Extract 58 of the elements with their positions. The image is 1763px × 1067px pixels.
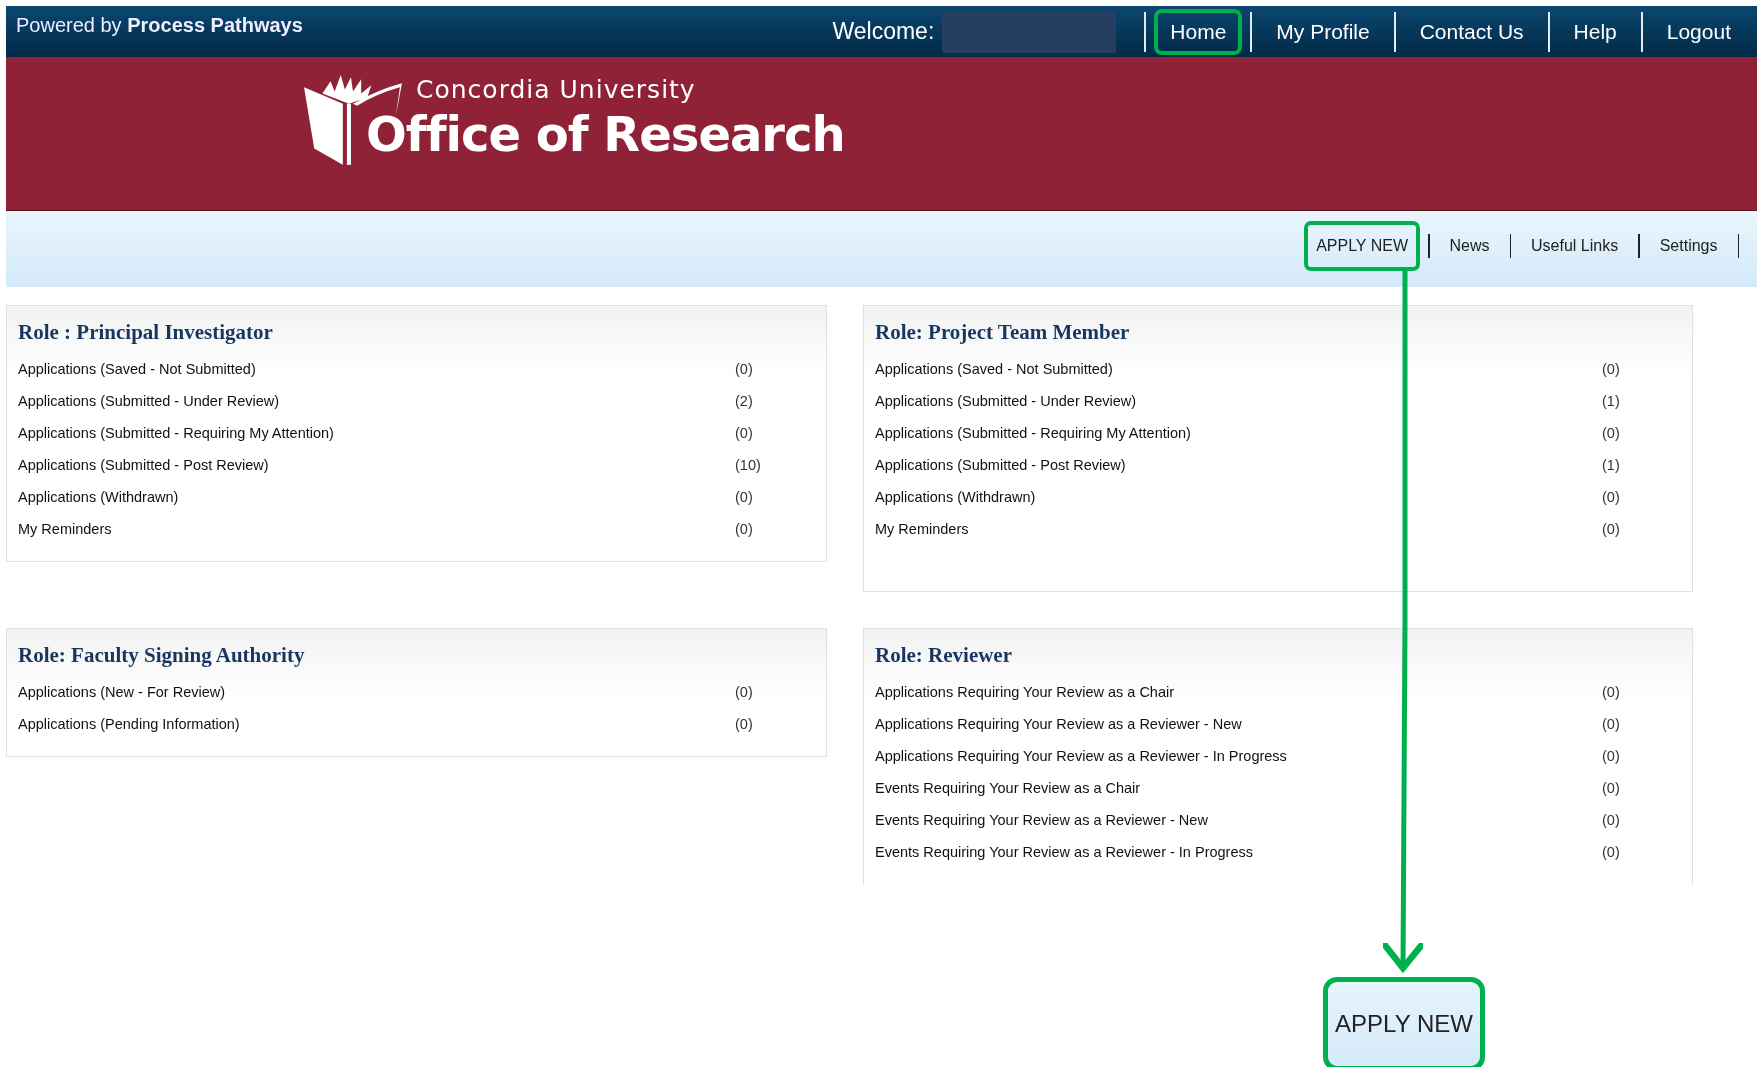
- count-link[interactable]: (0): [735, 425, 753, 441]
- powered-by-text: Powered by Process Pathways: [16, 14, 303, 37]
- panel-link[interactable]: Events Requiring Your Review as a Reviewer - In Progress: [875, 844, 1602, 860]
- apply-new-callout: APPLY NEW: [1323, 977, 1485, 1067]
- count-link[interactable]: (0): [1602, 425, 1620, 441]
- count-link[interactable]: (0): [1602, 748, 1620, 764]
- panel-link[interactable]: Applications Requiring Your Review as a Chair: [875, 684, 1602, 700]
- nav-link[interactable]: Home: [1154, 8, 1243, 55]
- nav-link[interactable]: Contact Us: [1403, 8, 1540, 55]
- count-link[interactable]: (0): [735, 489, 753, 505]
- count-link[interactable]: (0): [1602, 844, 1620, 860]
- nav-link[interactable]: My Profile: [1260, 8, 1386, 55]
- panel-link[interactable]: Applications Requiring Your Review as a Reviewer - In Progress: [875, 748, 1602, 764]
- count-link[interactable]: (0): [735, 716, 753, 732]
- sub-nav-link[interactable]: Useful Links: [1519, 221, 1631, 271]
- count-link[interactable]: (0): [1602, 812, 1620, 828]
- count-link[interactable]: (10): [735, 457, 761, 473]
- panel-link[interactable]: Applications (Withdrawn): [875, 489, 1602, 505]
- panel-title: Role : Principal Investigator: [18, 320, 274, 345]
- university-name: Concordia University: [416, 75, 697, 104]
- nav-link[interactable]: Help: [1557, 8, 1633, 55]
- panel-link[interactable]: Applications (New - For Review): [18, 684, 735, 700]
- count-link[interactable]: (0): [1602, 489, 1620, 505]
- panel-link[interactable]: My Reminders: [18, 521, 735, 537]
- panel-link[interactable]: Applications (Submitted - Post Review): [18, 457, 735, 473]
- count-link[interactable]: (2): [735, 393, 753, 409]
- panel-link[interactable]: Applications Requiring Your Review as a Reviewer - New: [875, 716, 1602, 732]
- panel-link[interactable]: Applications (Submitted - Post Review): [875, 457, 1602, 473]
- count-link[interactable]: (0): [735, 361, 753, 377]
- count-link[interactable]: (0): [1602, 780, 1620, 796]
- panel-link[interactable]: My Reminders: [875, 521, 1602, 537]
- panel-link[interactable]: Applications (Submitted - Requiring My Attention): [18, 425, 735, 441]
- panel-link[interactable]: Applications (Submitted - Under Review): [18, 393, 735, 409]
- panel-title: Role: Reviewer: [875, 643, 1013, 668]
- panel-link[interactable]: Applications (Saved - Not Submitted): [875, 361, 1602, 377]
- count-link[interactable]: (0): [1602, 361, 1620, 377]
- panel-link[interactable]: Applications (Submitted - Under Review): [875, 393, 1602, 409]
- panel-link[interactable]: Events Requiring Your Review as a Chair: [875, 780, 1602, 796]
- office-title: Office of Research: [366, 106, 845, 162]
- count-link[interactable]: (0): [1602, 521, 1620, 537]
- count-link[interactable]: (0): [1602, 716, 1620, 732]
- panel-title: Role: Project Team Member: [875, 320, 1131, 345]
- sub-nav-link[interactable]: APPLY NEW: [1304, 221, 1420, 271]
- count-link[interactable]: (1): [1602, 457, 1620, 473]
- sub-nav-link[interactable]: Settings: [1647, 221, 1730, 271]
- panel-link[interactable]: Applications (Submitted - Requiring My Attention): [875, 425, 1602, 441]
- welcome-label: Welcome:: [832, 18, 935, 45]
- count-link[interactable]: (0): [1602, 684, 1620, 700]
- nav-link[interactable]: Logout: [1650, 8, 1747, 55]
- panel-link[interactable]: Events Requiring Your Review as a Reviewer - New: [875, 812, 1602, 828]
- panel-title: Role: Faculty Signing Authority: [18, 643, 306, 668]
- panel-link[interactable]: Applications (Pending Information): [18, 716, 735, 732]
- panel-link[interactable]: Applications (Withdrawn): [18, 489, 735, 505]
- count-link[interactable]: (0): [735, 521, 753, 537]
- count-link[interactable]: (0): [735, 684, 753, 700]
- count-link[interactable]: (1): [1602, 393, 1620, 409]
- panel-link[interactable]: Applications (Saved - Not Submitted): [18, 361, 735, 377]
- sub-nav-link[interactable]: News: [1437, 221, 1502, 271]
